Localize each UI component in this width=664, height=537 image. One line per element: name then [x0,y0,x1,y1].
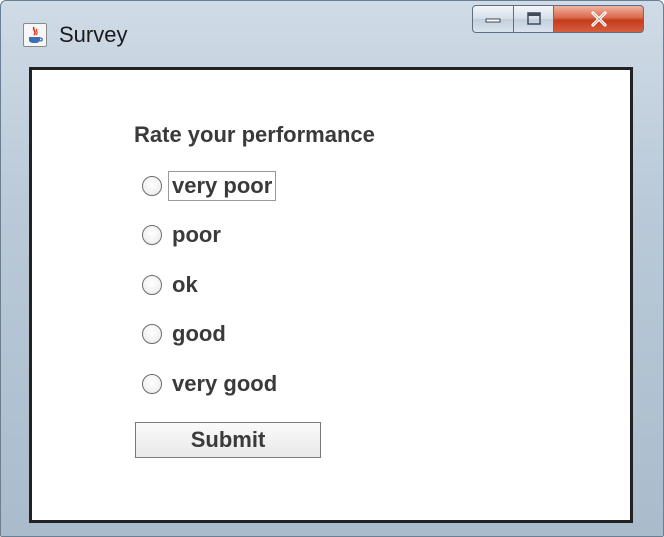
rating-option-poor[interactable]: poor [142,219,225,251]
rating-option-good[interactable]: good [142,318,230,350]
rating-option-ok[interactable]: ok [142,269,202,301]
radio-button[interactable] [142,324,162,344]
rating-option-very-poor[interactable]: very poor [142,170,277,202]
title-bar[interactable]: Survey [1,1,664,61]
radio-button[interactable] [142,374,162,394]
java-app-icon [23,23,47,47]
maximize-icon [514,6,553,32]
window-title: Survey [59,22,128,47]
radio-button[interactable] [142,176,162,196]
radio-button[interactable] [142,275,162,295]
rating-label: good [172,321,226,346]
close-button[interactable] [554,5,644,33]
minimize-icon [473,6,513,32]
rating-label: poor [172,222,221,247]
radio-button[interactable] [142,225,162,245]
rating-label: ok [172,272,198,297]
minimize-button[interactable] [472,5,514,33]
survey-window: Survey Rate your performance very poor p… [0,0,664,537]
close-icon [554,6,643,32]
rating-label: very poor [168,171,277,201]
survey-panel: Rate your performance very poor poor ok … [29,67,633,523]
maximize-button[interactable] [514,5,554,33]
survey-heading: Rate your performance [134,122,375,147]
submit-button[interactable]: Submit [135,422,321,458]
rating-label: very good [172,371,278,396]
rating-option-very-good[interactable]: very good [142,368,281,400]
